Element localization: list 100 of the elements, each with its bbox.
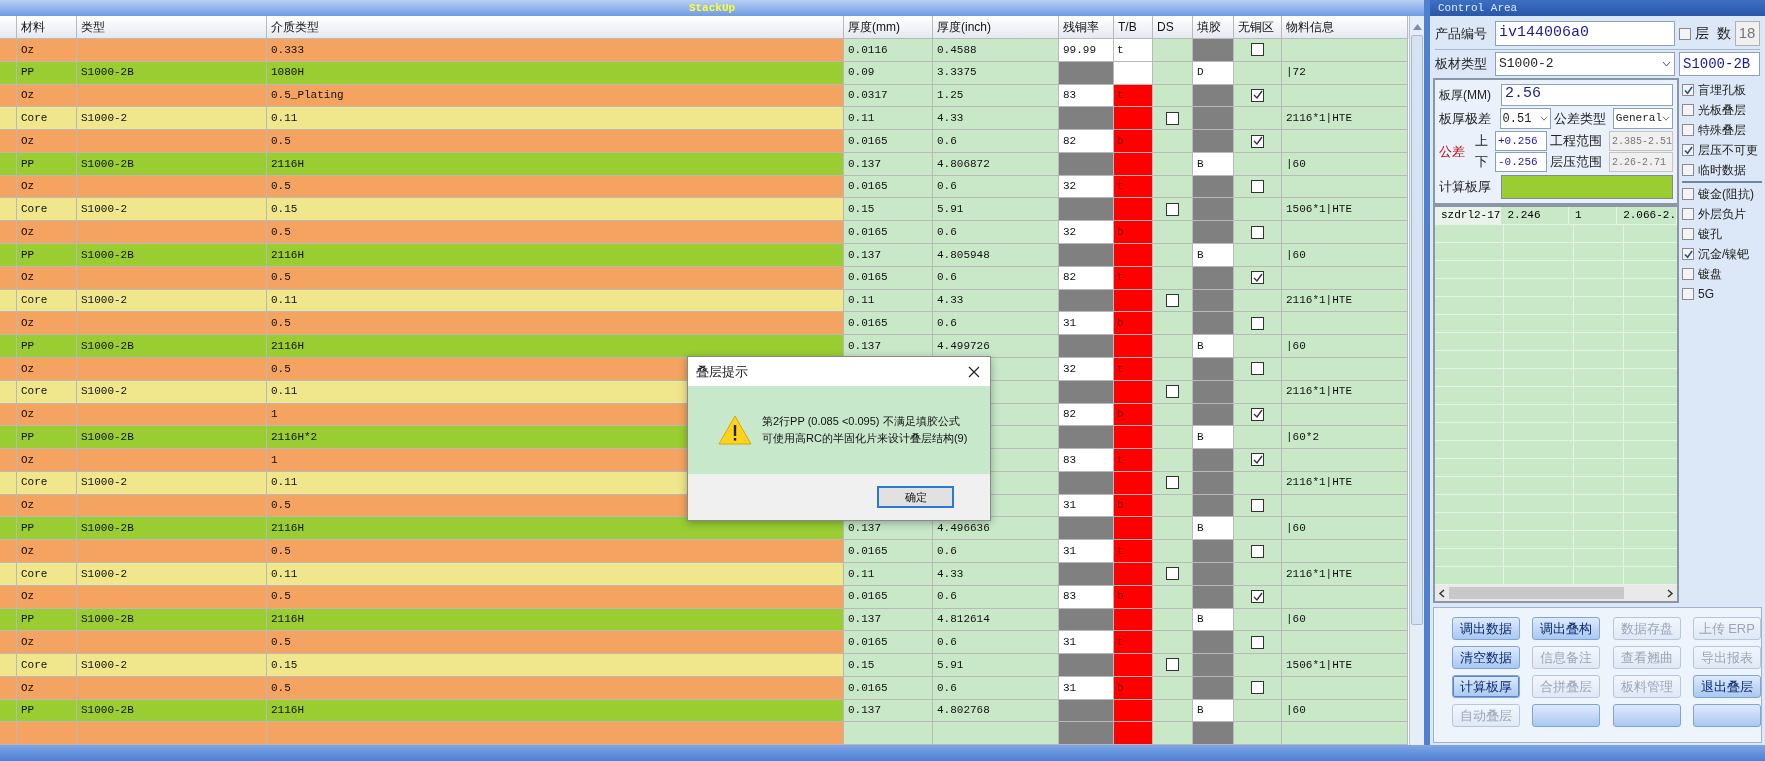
checkbox[interactable] [1166,658,1179,672]
field-label: 上 [1473,132,1489,151]
table-cell: PP [17,517,77,541]
checkbox[interactable] [1251,453,1264,467]
table-cell: 82 [1059,403,1114,427]
table-cell: 0.6 [933,585,1059,609]
checkbox[interactable] [1251,635,1264,649]
checkbox[interactable] [1166,385,1179,399]
action-button[interactable]: 退出叠层 [1692,675,1761,698]
checkbox[interactable] [1682,228,1694,240]
checkbox[interactable] [1251,681,1264,695]
table-cell: 4.499726 [933,335,1059,358]
table-cell: 2116*1|HTE [1282,289,1408,313]
range-select[interactable]: 0.51 [1499,108,1552,129]
table-cell [1059,722,1114,745]
checkbox[interactable] [1682,208,1694,220]
table-cell: t [1114,39,1153,62]
checkbox[interactable] [1251,134,1264,148]
table-cell: 0.5 [267,676,844,700]
table-cell: S1000-2B [77,699,267,723]
table-cell: S1000-2B [77,608,267,632]
close-icon[interactable] [968,365,980,378]
table-cell: 0.15 [267,654,844,677]
table-cell: 0.5 [267,312,844,336]
table-cell [1153,152,1193,176]
checkbox[interactable] [1166,294,1179,307]
table-cell: 1.25 [933,84,1059,108]
table-cell: 32 [1059,357,1114,381]
warning-icon [718,415,752,445]
board-field[interactable]: S1000-2B [1679,52,1760,76]
checkbox[interactable] [1251,362,1264,376]
table-cell: 0.0165 [844,266,933,290]
thickness-field[interactable]: 2.56 [1501,83,1673,106]
board-select[interactable]: S1000-2 [1495,52,1675,76]
ok-button[interactable]: 确定 [877,486,954,508]
checkbox[interactable] [1682,164,1694,176]
option-label: 镀盘 [1698,266,1722,283]
table-cell: 0.0165 [844,221,933,245]
table-cell [1059,426,1114,450]
table-cell [17,722,77,745]
tolerance-field[interactable]: +0.256 [1495,131,1547,151]
table-cell: S1000-2 [77,654,267,677]
tolerance-field[interactable]: -0.256 [1495,152,1547,172]
checkbox[interactable] [1682,248,1694,260]
table-cell: 83 [1059,585,1114,609]
table-cell: 0.137 [844,152,933,176]
caret-icon [1540,116,1549,121]
checkbox[interactable] [1166,567,1179,581]
option-label: 镀金(阻抗) [1698,186,1754,203]
checkbox[interactable] [1251,43,1264,57]
table-cell: Core [17,562,77,586]
checkbox[interactable] [1251,544,1264,558]
table-cell: 0.0165 [844,631,933,655]
checkbox[interactable] [1251,590,1264,604]
horizontal-scrollbar[interactable] [1435,585,1677,601]
checkbox[interactable] [1166,476,1179,490]
table-cell: PP [17,152,77,176]
table-cell [1059,198,1114,222]
checkbox[interactable] [1251,180,1264,194]
action-button[interactable]: 计算板厚 [1452,675,1520,698]
checkbox[interactable] [1682,144,1694,156]
tolerance-type-select[interactable]: General [1612,108,1673,129]
checkbox[interactable] [1251,499,1264,512]
table-cell: 2116H [267,608,844,632]
checkbox[interactable] [1682,288,1694,300]
up-arrow-icon[interactable] [1411,21,1423,33]
checkbox[interactable] [1251,407,1264,421]
table-cell: 0.0165 [844,676,933,700]
table-cell: 4.33 [933,289,1059,313]
table-cell: Core [17,289,77,313]
table-cell: 1506*1|HTE [1282,198,1408,222]
checkbox[interactable] [1251,225,1264,239]
table-cell: t [1114,357,1153,381]
action-button[interactable]: 调出叠构 [1532,617,1601,640]
table-cell [1153,426,1193,450]
checkbox[interactable] [1166,111,1179,125]
table-cell: 0.6 [933,312,1059,336]
product-field[interactable]: iv144006a0 [1495,21,1675,46]
table-cell: 0.5 [267,221,844,245]
layers-field[interactable]: 18 [1734,21,1760,46]
checkbox[interactable] [1682,104,1694,116]
field-label: 公差类型 [1554,109,1608,128]
table-cell: t [1114,631,1153,655]
checkbox[interactable] [1251,316,1264,330]
checkbox[interactable] [1682,84,1694,96]
checkbox[interactable] [1679,27,1691,40]
table-cell: 31 [1059,494,1114,518]
table-cell [1059,107,1114,131]
table-cell: 31 [1059,631,1114,655]
table-cell: |60 [1282,608,1408,632]
action-button[interactable]: 清空数据 [1452,646,1520,669]
checkbox[interactable] [1682,124,1694,136]
checkbox[interactable] [1251,271,1264,285]
vertical-scrollbar[interactable] [1409,16,1424,745]
table-cell: 4.806872 [933,152,1059,176]
checkbox[interactable] [1682,268,1694,280]
checkbox[interactable] [1682,188,1694,200]
action-button[interactable]: 调出数据 [1452,617,1520,640]
checkbox[interactable] [1166,202,1179,216]
checkbox[interactable] [1251,88,1264,102]
